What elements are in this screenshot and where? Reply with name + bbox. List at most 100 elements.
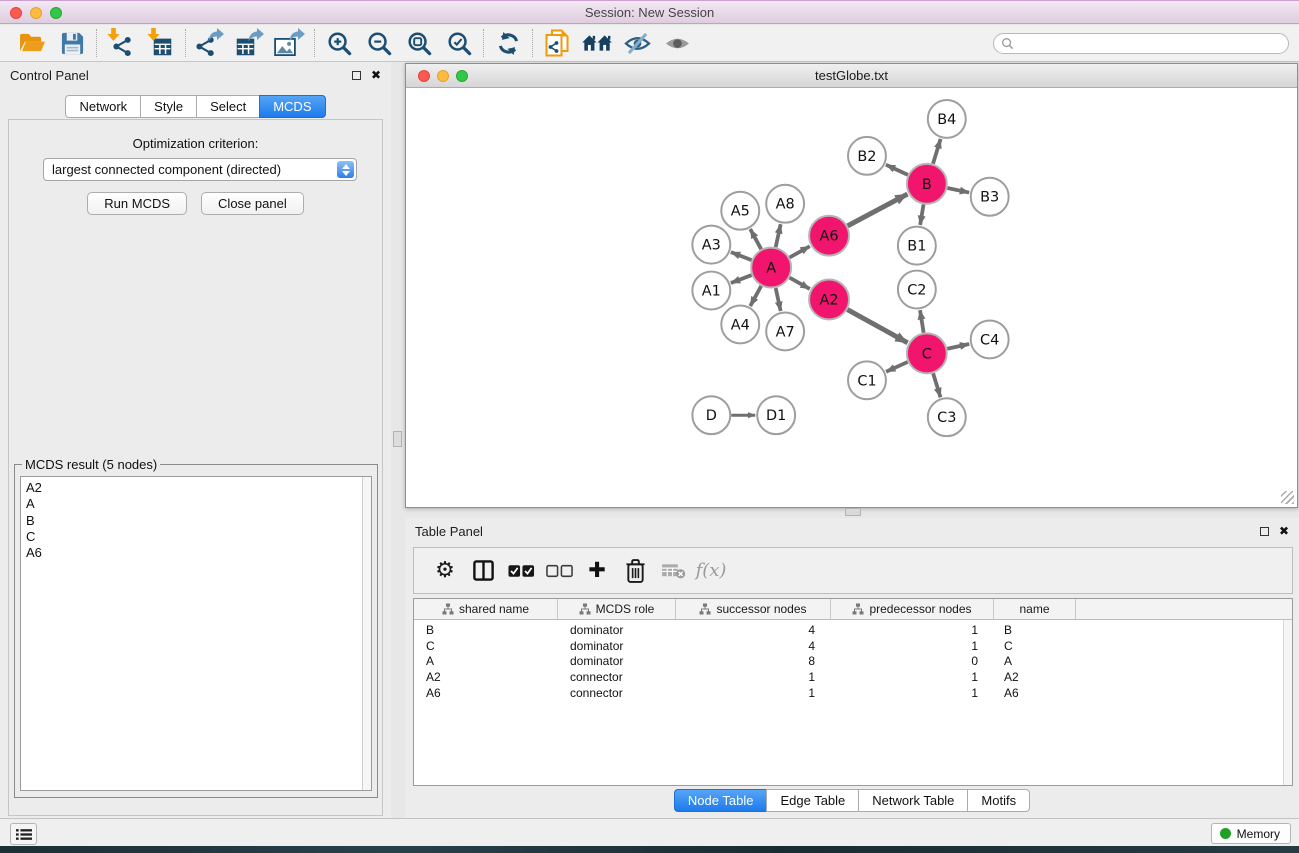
network-minimize-button[interactable] <box>437 70 449 82</box>
function-builder-button[interactable]: f(x) <box>692 553 730 589</box>
column-header-successor-nodes[interactable]: successor nodes <box>676 599 831 619</box>
zoom-out-button[interactable] <box>359 27 399 59</box>
graph-node-A3[interactable]: A3 <box>692 226 730 264</box>
export-table-button[interactable] <box>230 27 270 59</box>
memory-button[interactable]: Memory <box>1211 823 1291 844</box>
column-header-mcds-role[interactable]: MCDS role <box>558 599 676 619</box>
search-input[interactable] <box>1019 35 1288 52</box>
graph-node-B4[interactable]: B4 <box>928 100 966 138</box>
criterion-dropdown[interactable]: largest connected component (directed) <box>43 158 357 181</box>
zoom-window-button[interactable] <box>50 7 62 19</box>
edge-A6-B[interactable] <box>848 194 908 226</box>
result-item[interactable]: C <box>26 529 371 545</box>
table-row[interactable]: A2connector11A2 <box>414 669 1283 685</box>
network-zoom-button[interactable] <box>456 70 468 82</box>
edge-A-A4[interactable] <box>750 286 761 306</box>
close-panel-icon[interactable]: ✖ <box>1279 524 1289 538</box>
float-panel-icon[interactable] <box>352 71 361 80</box>
close-panel-button[interactable]: Close panel <box>201 192 304 215</box>
tab-motifs[interactable]: Motifs <box>967 789 1030 812</box>
export-network-button[interactable] <box>190 27 230 59</box>
result-item[interactable]: A <box>26 496 371 512</box>
zoom-in-button[interactable] <box>319 27 359 59</box>
minimize-window-button[interactable] <box>30 7 42 19</box>
column-header-predecessor-nodes[interactable]: predecessor nodes <box>831 599 994 619</box>
task-history-button[interactable] <box>10 823 37 845</box>
edge-B-B3[interactable] <box>947 188 969 193</box>
run-mcds-button[interactable]: Run MCDS <box>87 192 187 215</box>
edge-A-A1[interactable] <box>731 275 752 283</box>
result-item[interactable]: B <box>26 513 371 529</box>
column-header-shared-name[interactable]: shared name <box>414 599 558 619</box>
graph-node-A4[interactable]: A4 <box>721 305 759 343</box>
show-all-button[interactable] <box>657 27 697 59</box>
delete-table-button[interactable] <box>654 553 692 589</box>
import-network-button[interactable] <box>101 27 141 59</box>
graph-node-B1[interactable]: B1 <box>898 227 936 265</box>
edge-A-A2[interactable] <box>790 278 810 289</box>
edge-A-A3[interactable] <box>731 252 752 260</box>
float-panel-icon[interactable] <box>1260 527 1269 536</box>
result-scrollbar[interactable] <box>362 477 371 790</box>
search-field[interactable] <box>993 33 1289 54</box>
graph-node-C4[interactable]: C4 <box>971 320 1009 358</box>
edge-A-A8[interactable] <box>776 224 781 247</box>
tab-select[interactable]: Select <box>196 95 260 118</box>
graph-node-A1[interactable]: A1 <box>692 272 730 310</box>
graph-node-A6[interactable]: A6 <box>809 216 849 256</box>
deselect-all-button[interactable] <box>540 553 578 589</box>
graph-node-B[interactable]: B <box>907 164 947 204</box>
table-settings-button[interactable]: ⚙ <box>426 553 464 589</box>
graph-node-A[interactable]: A <box>751 248 791 288</box>
table-row[interactable]: Cdominator41C <box>414 638 1283 654</box>
save-session-button[interactable] <box>52 27 92 59</box>
edge-A-A5[interactable] <box>750 229 761 249</box>
edge-B-B4[interactable] <box>933 139 941 164</box>
network-window-titlebar[interactable]: testGlobe.txt <box>406 64 1297 88</box>
edge-C-C1[interactable] <box>886 362 908 372</box>
new-network-from-selection-button[interactable] <box>537 27 577 59</box>
graph-node-C3[interactable]: C3 <box>928 398 966 436</box>
graph-node-C1[interactable]: C1 <box>848 361 886 399</box>
import-table-button[interactable] <box>141 27 181 59</box>
horizontal-splitter-handle[interactable] <box>845 508 861 516</box>
tab-network[interactable]: Network <box>65 95 141 118</box>
open-file-button[interactable] <box>12 27 52 59</box>
graph-node-A8[interactable]: A8 <box>766 185 804 223</box>
column-header-name[interactable]: name <box>994 599 1076 619</box>
network-canvas[interactable]: B4B2BB3A8A5A6A3B1AA1C2A2A4A7C4CC1DD1C3 <box>407 88 1296 506</box>
apply-layout-button[interactable] <box>488 27 528 59</box>
edge-A-A7[interactable] <box>776 288 781 311</box>
edge-B-B1[interactable] <box>920 204 923 225</box>
tab-network-table[interactable]: Network Table <box>858 789 968 812</box>
select-all-button[interactable] <box>502 553 540 589</box>
edge-A-A6[interactable] <box>790 246 810 257</box>
graph-node-C[interactable]: C <box>907 333 947 373</box>
graph-node-B3[interactable]: B3 <box>971 178 1009 216</box>
graph-node-C2[interactable]: C2 <box>898 271 936 309</box>
tab-style[interactable]: Style <box>140 95 197 118</box>
add-column-button[interactable]: ✚ <box>578 553 616 589</box>
close-window-button[interactable] <box>10 7 22 19</box>
tab-node-table[interactable]: Node Table <box>674 789 768 812</box>
vertical-splitter-handle[interactable] <box>393 431 402 447</box>
graph-node-A2[interactable]: A2 <box>809 280 849 320</box>
table-row[interactable]: Adominator80A <box>414 653 1283 669</box>
hide-selected-button[interactable] <box>617 27 657 59</box>
show-columns-button[interactable] <box>464 553 502 589</box>
edge-B-B2[interactable] <box>886 165 908 175</box>
delete-column-button[interactable] <box>616 553 654 589</box>
table-row[interactable]: A6connector11A6 <box>414 685 1283 701</box>
tab-edge-table[interactable]: Edge Table <box>766 789 859 812</box>
table-row[interactable]: Bdominator41B <box>414 622 1283 638</box>
network-close-button[interactable] <box>418 70 430 82</box>
edge-A2-C[interactable] <box>847 310 907 343</box>
zoom-selected-button[interactable] <box>439 27 479 59</box>
edge-C-C3[interactable] <box>933 373 940 397</box>
graph-node-A7[interactable]: A7 <box>766 312 804 350</box>
close-panel-icon[interactable]: ✖ <box>371 68 381 82</box>
table-scrollbar[interactable] <box>1283 620 1292 785</box>
zoom-fit-button[interactable] <box>399 27 439 59</box>
result-item[interactable]: A2 <box>26 480 371 496</box>
first-neighbors-button[interactable] <box>577 27 617 59</box>
